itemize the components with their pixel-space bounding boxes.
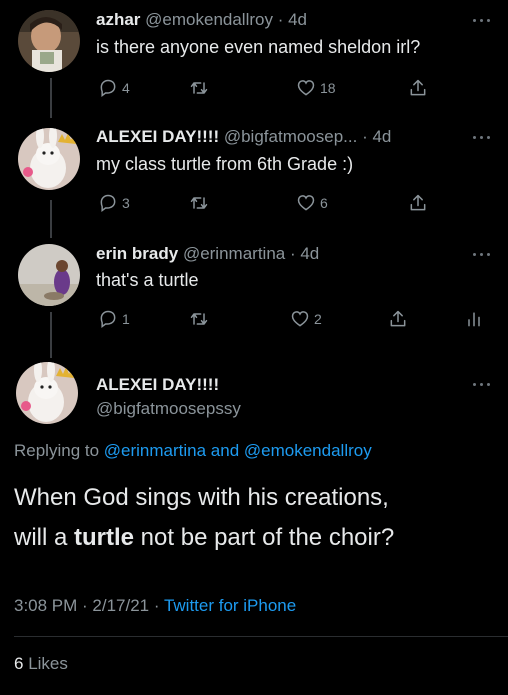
mention-link[interactable]: @erinmartina [104,441,206,460]
mention-link[interactable]: @emokendallroy [244,441,372,460]
avatar[interactable] [18,10,80,72]
reply-count: 3 [122,195,130,211]
more-icon[interactable] [470,380,494,390]
avatar[interactable] [16,362,78,424]
reply-count: 4 [122,80,130,96]
reply-icon [100,194,116,212]
analytics-button[interactable] [464,308,484,330]
thread-tweet[interactable]: ALEXEI DAY!!!! @bigfatmoosep... · 4d my … [0,118,508,236]
author-name[interactable]: ALEXEI DAY!!!! [96,127,219,146]
share-button[interactable] [408,192,428,214]
retweet-icon [190,82,208,94]
author-name[interactable]: azhar [96,10,140,29]
share-icon [410,194,426,211]
tweet-timestamp: 3:08 PM · 2/17/21 · Twitter for iPhone [14,596,296,616]
reply-icon [100,79,116,97]
tweet-text: is there anyone even named sheldon irl? [96,37,421,57]
main-text-line: When God sings with his creations, [14,484,389,511]
author-name[interactable]: erin brady [96,244,178,263]
reply-button[interactable]: 1 [98,308,130,330]
tweet-meta: ALEXEI DAY!!!! @bigfatmoosep... · 4d [96,127,391,147]
source-app-link[interactable]: Twitter for iPhone [164,596,296,615]
likes-summary[interactable]: 6 Likes [14,654,68,674]
tweet-time: · 4d [362,127,392,146]
bold-word: turtle [74,524,135,551]
reply-icon [100,310,116,328]
share-button[interactable] [388,308,408,330]
main-text-line: will a turtle not be part of the choir? [14,518,504,558]
text-segment: not be part of the choir? [134,524,395,551]
tweet-meta: azhar @emokendallroy · 4d [96,10,307,30]
author-handle[interactable]: @emokendallroy [145,10,273,29]
more-icon[interactable] [470,250,494,260]
retweet-icon [190,197,208,209]
retweet-button[interactable] [188,77,210,99]
text-segment: will a [14,524,75,551]
replying-and[interactable]: and [206,441,244,460]
reply-button[interactable]: 4 [98,77,130,99]
share-icon [410,79,426,96]
divider [14,636,508,637]
share-button[interactable] [408,77,428,99]
like-icon [297,80,315,96]
like-button[interactable]: 18 [296,77,336,99]
retweet-icon [190,313,208,325]
more-icon[interactable] [470,16,494,26]
tweet-time: · 4d [289,244,320,263]
main-author-name[interactable]: ALEXEI DAY!!!! [96,375,219,395]
like-icon [297,195,315,211]
like-count: 2 [314,311,322,327]
like-count: 6 [320,195,328,211]
tweet-actions: 3 6 [96,192,496,214]
main-author-handle[interactable]: @bigfatmoosepssy [96,399,241,419]
tweet-actions: 1 2 [96,308,496,330]
like-icon [291,311,309,327]
tweet-time: · 4d [277,10,308,29]
more-icon[interactable] [470,133,494,143]
timestamp-text[interactable]: 3:08 PM · 2/17/21 · [14,596,164,615]
replying-prefix: Replying to [14,441,104,460]
thread-tweet[interactable]: azhar @emokendallroy · 4d is there anyon… [0,0,508,118]
author-handle[interactable]: @bigfatmoosep... [224,127,358,146]
retweet-button[interactable] [188,308,210,330]
share-icon [390,310,406,327]
author-handle[interactable]: @erinmartina [183,244,285,263]
likes-label: Likes [23,654,68,673]
reply-count: 1 [122,311,130,327]
tweet-meta: erin brady @erinmartina · 4d [96,244,319,264]
tweet-text: that's a turtle [96,270,199,290]
tweet-text: my class turtle from 6th Grade :) [96,154,354,174]
replying-to: Replying to @erinmartina and @emokendall… [14,441,372,461]
like-button[interactable]: 6 [296,192,328,214]
avatar[interactable] [18,128,80,190]
avatar[interactable] [18,244,80,306]
analytics-icon [468,312,480,327]
thread-tweet[interactable]: erin brady @erinmartina · 4d that's a tu… [0,236,508,354]
like-button[interactable]: 2 [290,308,322,330]
reply-button[interactable]: 3 [98,192,130,214]
tweet-actions: 4 18 [96,77,496,99]
retweet-button[interactable] [188,192,210,214]
like-count: 18 [320,80,336,96]
main-tweet-text: When God sings with his creations, will … [14,478,504,558]
